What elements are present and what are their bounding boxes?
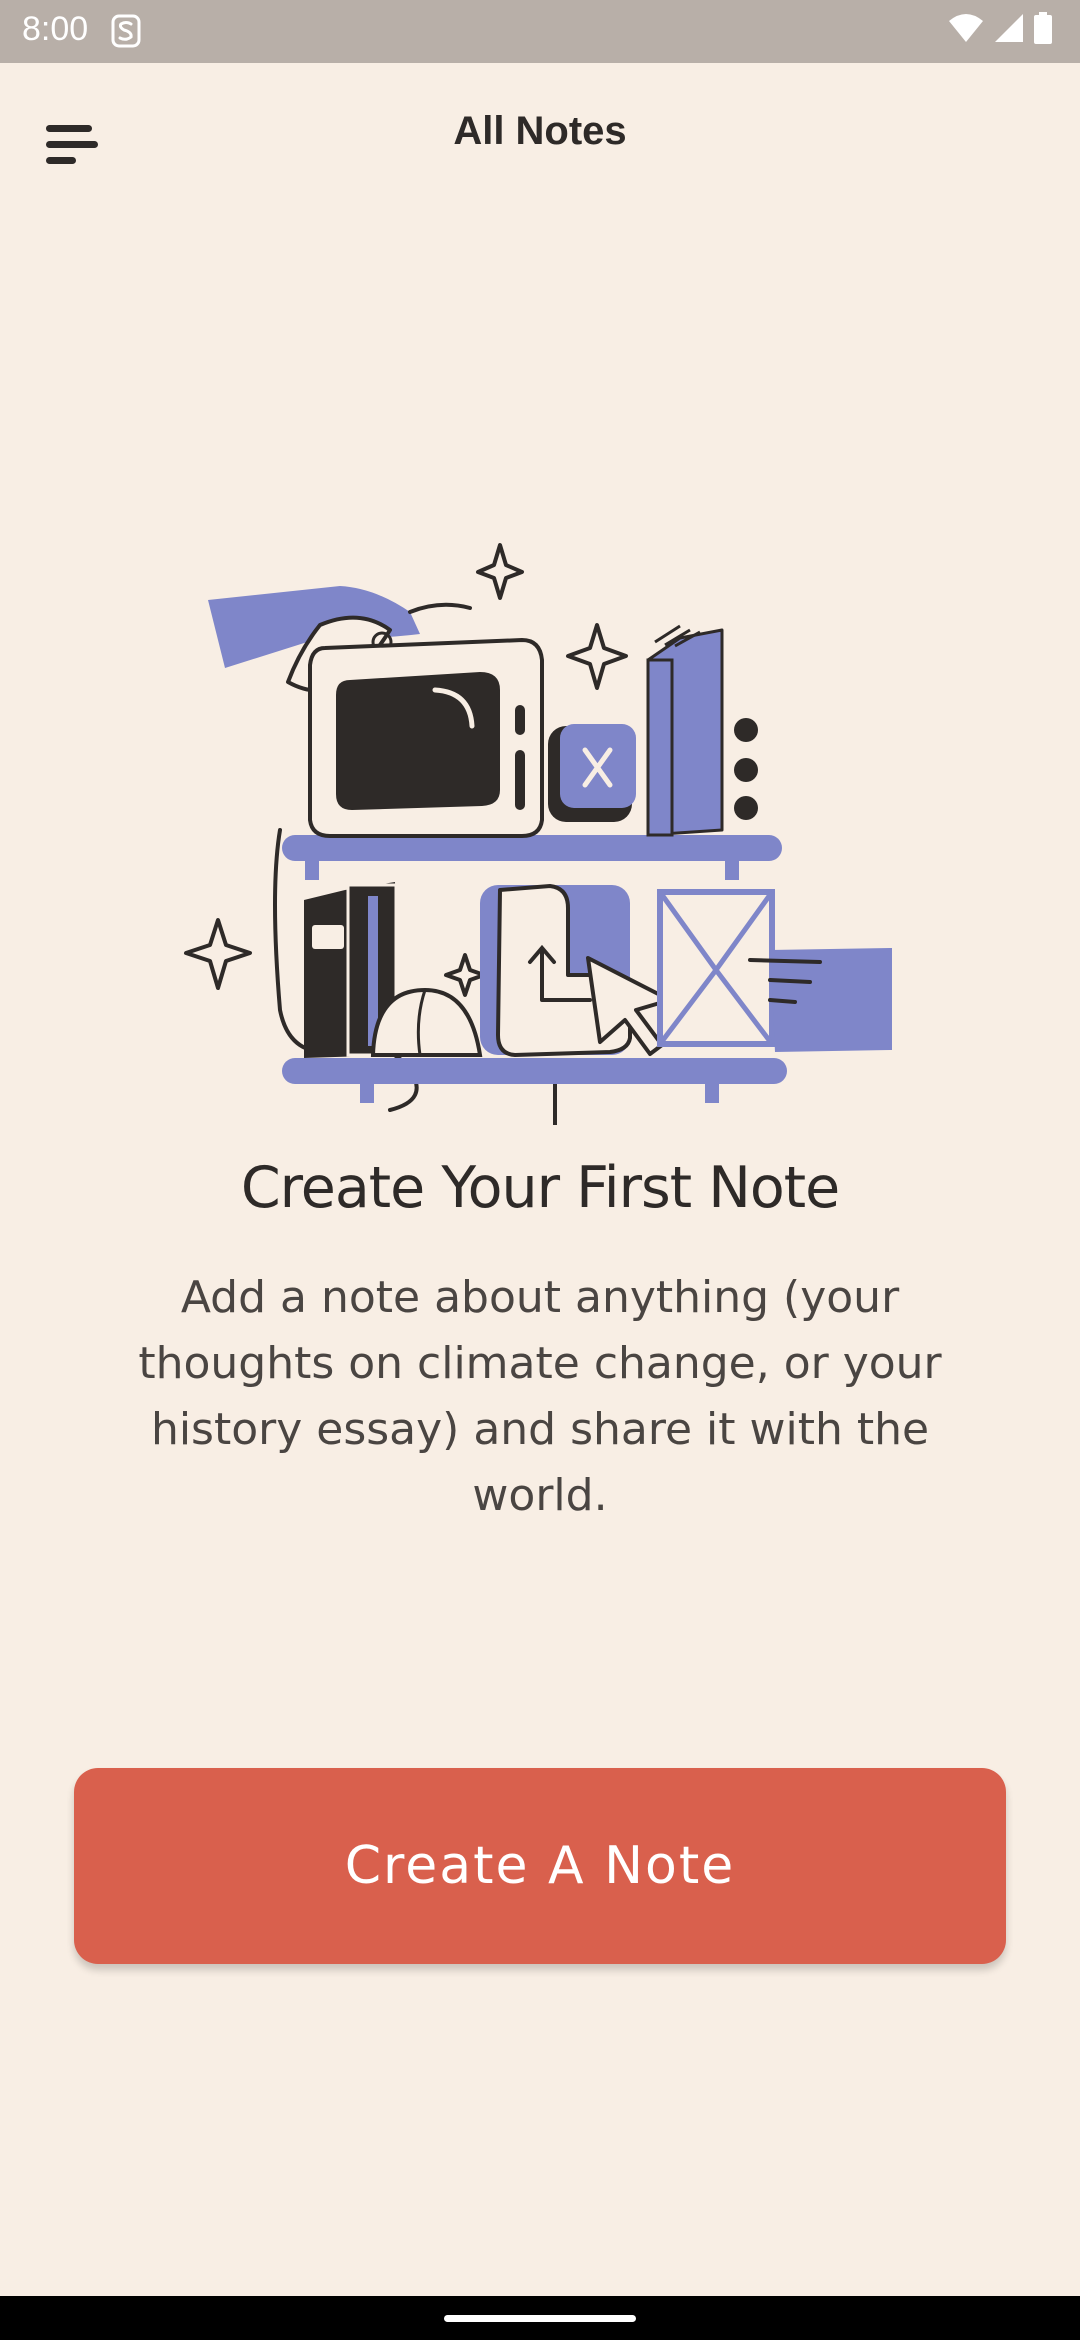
battery-icon	[1034, 12, 1052, 48]
status-time: 8:00	[22, 10, 89, 48]
notes-shelf-illustration	[170, 530, 910, 1130]
wifi-icon	[948, 13, 984, 47]
create-note-button[interactable]: Create A Note	[74, 1768, 1006, 1964]
system-navigation-bar	[0, 2296, 1080, 2340]
status-bar: 8:00	[0, 0, 1080, 63]
status-icons	[948, 12, 1052, 48]
empty-state-title: Create Your First Note	[240, 1155, 840, 1221]
home-gesture-handle[interactable]	[444, 2315, 636, 2322]
app-notification-icon	[110, 13, 142, 49]
top-app-bar: All Notes	[0, 63, 1080, 209]
create-note-button-label: Create A Note	[344, 1836, 736, 1896]
cellular-signal-icon	[994, 13, 1024, 47]
empty-state-description: Add a note about anything (your thoughts…	[138, 1272, 942, 1521]
page-title: All Notes	[453, 109, 627, 153]
